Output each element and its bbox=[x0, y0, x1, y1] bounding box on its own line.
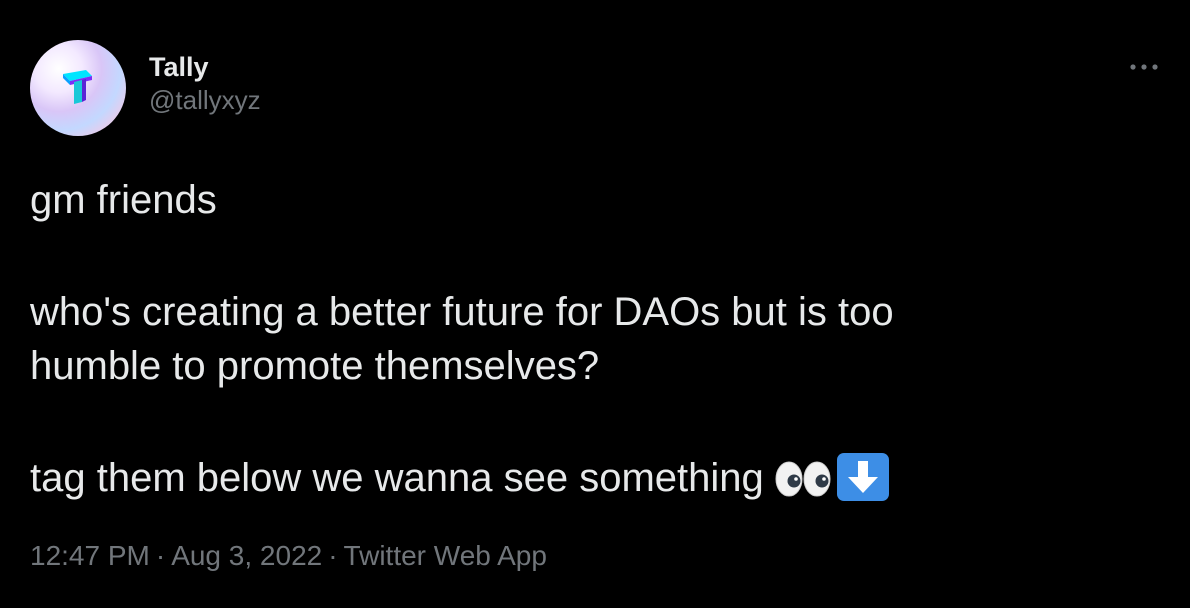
tweet-time[interactable]: 12:47 PM bbox=[30, 540, 150, 571]
author-display-name[interactable]: Tally bbox=[149, 52, 261, 82]
tally-logo-icon bbox=[63, 70, 92, 104]
author-block: Tally @tallyxyz bbox=[149, 52, 261, 115]
tweet-source[interactable]: Twitter Web App bbox=[344, 540, 547, 571]
tweet-metadata: 12:47 PM · Aug 3, 2022 · Twitter Web App bbox=[30, 540, 547, 572]
tweet-line-cta-text: tag them below we wanna see something bbox=[30, 456, 764, 500]
author-handle[interactable]: @tallyxyz bbox=[149, 85, 261, 115]
avatar[interactable] bbox=[30, 40, 126, 136]
tweet-card: Tally @tallyxyz gm friends who's creatin… bbox=[0, 0, 1190, 608]
tweet-date[interactable]: Aug 3, 2022 bbox=[171, 540, 322, 571]
eyes-emoji-icon bbox=[774, 457, 832, 497]
tweet-line-question-2: humble to promote themselves? bbox=[30, 344, 600, 388]
tweet-line-greeting: gm friends bbox=[30, 178, 217, 222]
down-arrow-emoji-icon bbox=[836, 453, 890, 501]
meta-separator: · bbox=[155, 540, 166, 571]
tweet-text: gm friends who's creating a better futur… bbox=[30, 173, 1150, 505]
meta-separator: · bbox=[328, 540, 338, 571]
more-options-icon[interactable] bbox=[1126, 58, 1162, 76]
tweet-line-question-1: who's creating a better future for DAOs … bbox=[30, 290, 894, 334]
tweet-line-call-to-action: tag them below we wanna see something bbox=[30, 451, 1150, 505]
